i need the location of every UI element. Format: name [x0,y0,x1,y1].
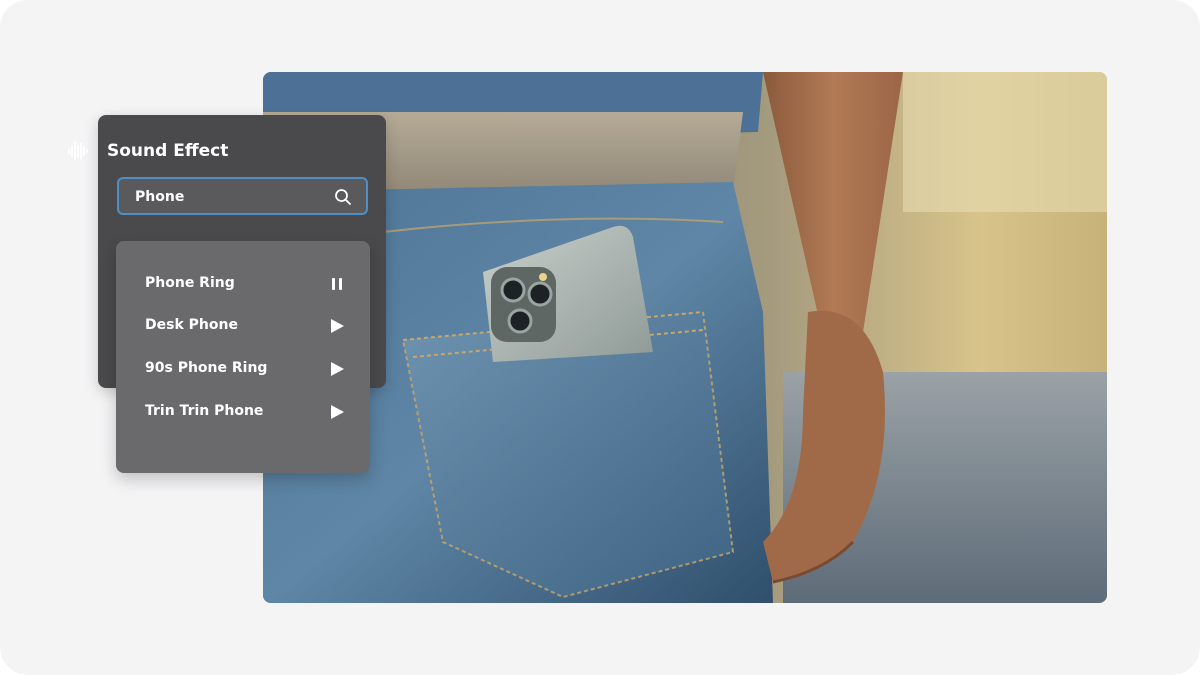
results-list: Phone Ring Desk Phone 90s Phone Ring Tri… [116,241,370,473]
item-label: Desk Phone [145,317,238,333]
list-item[interactable]: Phone Ring [116,266,370,300]
search-input[interactable]: Phone [117,177,368,215]
play-icon[interactable] [329,361,345,377]
list-item[interactable]: Trin Trin Phone [116,394,370,428]
panel-title: Sound Effect [107,141,229,161]
play-icon[interactable] [329,404,345,420]
item-label: 90s Phone Ring [145,360,268,376]
play-icon[interactable] [329,318,345,334]
list-item[interactable]: Desk Phone [116,308,370,342]
canvas-background: Sound Effect Phone Phone Ring Desk Phone… [0,0,1200,675]
search-query-text: Phone [135,189,185,205]
sound-wave-icon [68,141,88,161]
item-label: Trin Trin Phone [145,403,264,419]
search-icon[interactable] [334,188,352,206]
pause-icon[interactable] [329,276,345,292]
list-item[interactable]: 90s Phone Ring [116,351,370,385]
panel-header: Sound Effect [0,136,1200,166]
item-label: Phone Ring [145,275,235,291]
